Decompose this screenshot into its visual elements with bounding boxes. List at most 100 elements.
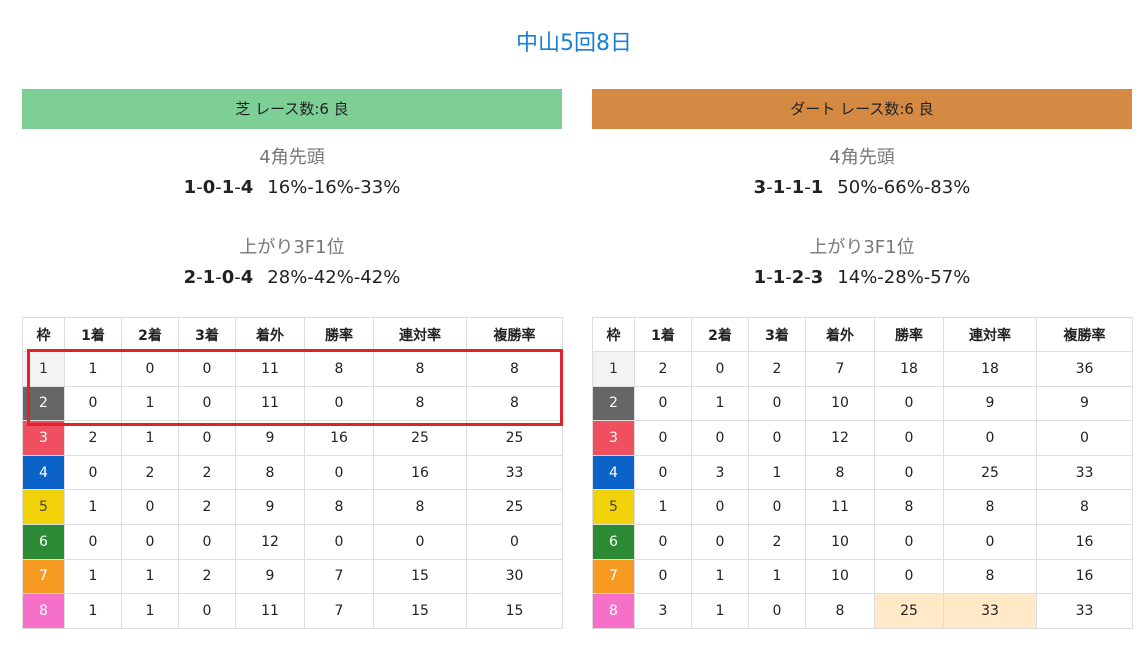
table-cell: 2 bbox=[178, 558, 236, 595]
table-cell: 2 bbox=[634, 351, 692, 387]
table-cell: 16 bbox=[1036, 523, 1133, 560]
frame-number-cell: 1 bbox=[22, 351, 65, 387]
page-title-link[interactable]: 中山5回8日 bbox=[0, 28, 1148, 60]
table-cell: 10 bbox=[805, 385, 875, 422]
table-cell: 0 bbox=[64, 523, 122, 560]
table-cell: 0 bbox=[691, 351, 749, 387]
table-cell: 9 bbox=[235, 489, 305, 525]
column-header: 1着 bbox=[64, 317, 122, 352]
table-cell: 9 bbox=[1036, 385, 1133, 422]
table-cell: 8 bbox=[304, 489, 374, 525]
table-cell: 2 bbox=[748, 351, 806, 387]
table-cell: 0 bbox=[748, 420, 806, 456]
frame-number-cell: 6 bbox=[22, 523, 65, 560]
turf-last3f-stats: 2-1-0-4 28%-42%-42% bbox=[22, 263, 562, 293]
table-cell: 8 bbox=[373, 351, 467, 387]
table-cell: 0 bbox=[121, 351, 179, 387]
table-cell: 1 bbox=[64, 558, 122, 595]
table-cell: 0 bbox=[691, 523, 749, 560]
table-cell: 36 bbox=[1036, 351, 1133, 387]
column-header: 連対率 bbox=[943, 317, 1037, 352]
table-row: 2 0 1 0 11 0 8 8 bbox=[22, 385, 563, 422]
table-cell: 0 bbox=[178, 351, 236, 387]
column-header: 着外 bbox=[805, 317, 875, 352]
table-cell: 1 bbox=[121, 558, 179, 595]
turf-frame-table: 枠 1着 2着 3着 着外 勝率 連対率 複勝率 1 1 0 0 11 8 8 8 2 0 1 0 11 0 8 8 3 2 1 0… bbox=[22, 317, 563, 629]
table-cell: 0 bbox=[178, 593, 236, 629]
column-header: 枠 bbox=[22, 317, 65, 352]
table-cell: 2 bbox=[121, 454, 179, 491]
table-cell: 1 bbox=[64, 351, 122, 387]
table-cell: 16 bbox=[373, 454, 467, 491]
table-cell: 2 bbox=[178, 489, 236, 525]
dirt-corner-lead-record: 3-1-1-1 bbox=[753, 177, 824, 198]
frame-number-cell: 4 bbox=[22, 454, 65, 491]
dirt-corner-lead-stats: 3-1-1-1 50%-66%-83% bbox=[592, 173, 1132, 203]
table-cell: 0 bbox=[874, 385, 944, 422]
table-row: 3 2 1 0 9 16 25 25 bbox=[22, 420, 563, 456]
table-cell: 0 bbox=[178, 420, 236, 456]
table-cell: 8 bbox=[373, 385, 467, 422]
table-cell: 0 bbox=[178, 385, 236, 422]
table-cell: 8 bbox=[943, 558, 1037, 595]
table-cell: 0 bbox=[373, 523, 467, 560]
table-cell: 0 bbox=[943, 420, 1037, 456]
table-cell: 18 bbox=[874, 351, 944, 387]
table-cell: 30 bbox=[466, 558, 563, 595]
table-cell: 8 bbox=[466, 385, 563, 422]
table-cell: 25 bbox=[943, 454, 1037, 491]
dirt-last3f-record: 1-1-2-3 bbox=[753, 267, 824, 288]
table-cell: 25 bbox=[874, 593, 944, 629]
table-cell: 9 bbox=[235, 420, 305, 456]
table-cell: 11 bbox=[235, 351, 305, 387]
table-cell: 1 bbox=[691, 385, 749, 422]
table-cell: 0 bbox=[874, 523, 944, 560]
table-row: 5 1 0 0 11 8 8 8 bbox=[592, 489, 1133, 525]
table-cell: 33 bbox=[1036, 454, 1133, 491]
table-cell: 12 bbox=[235, 523, 305, 560]
table-cell: 8 bbox=[466, 351, 563, 387]
table-cell: 25 bbox=[466, 420, 563, 456]
table-cell: 33 bbox=[1036, 593, 1133, 629]
table-cell: 0 bbox=[748, 593, 806, 629]
column-header: 1着 bbox=[634, 317, 692, 352]
table-cell: 0 bbox=[874, 420, 944, 456]
dirt-last3f-stats: 1-1-2-3 14%-28%-57% bbox=[592, 263, 1132, 293]
frame-number-cell: 7 bbox=[592, 558, 635, 595]
table-cell: 25 bbox=[373, 420, 467, 456]
table-cell: 1 bbox=[748, 558, 806, 595]
frame-number-cell: 2 bbox=[22, 385, 65, 422]
table-cell: 15 bbox=[466, 593, 563, 629]
frame-number-cell: 8 bbox=[22, 593, 65, 629]
table-cell: 1 bbox=[691, 558, 749, 595]
table-cell: 3 bbox=[691, 454, 749, 491]
table-row: 6 0 0 0 12 0 0 0 bbox=[22, 523, 563, 560]
table-cell: 8 bbox=[943, 489, 1037, 525]
table-row: 1 2 0 2 7 18 18 36 bbox=[592, 351, 1133, 387]
table-cell: 8 bbox=[235, 454, 305, 491]
column-header: 3着 bbox=[748, 317, 806, 352]
table-cell: 33 bbox=[943, 593, 1037, 629]
table-cell: 11 bbox=[235, 385, 305, 422]
table-cell: 0 bbox=[691, 489, 749, 525]
column-header: 3着 bbox=[178, 317, 236, 352]
column-header: 枠 bbox=[592, 317, 635, 352]
table-cell: 1 bbox=[691, 593, 749, 629]
table-cell: 0 bbox=[874, 454, 944, 491]
table-cell: 10 bbox=[805, 558, 875, 595]
table-cell: 11 bbox=[805, 489, 875, 525]
table-row: 1 1 0 0 11 8 8 8 bbox=[22, 351, 563, 387]
frame-number-cell: 6 bbox=[592, 523, 635, 560]
table-cell: 2 bbox=[748, 523, 806, 560]
table-cell: 11 bbox=[235, 593, 305, 629]
frame-number-cell: 4 bbox=[592, 454, 635, 491]
table-cell: 15 bbox=[373, 558, 467, 595]
turf-corner-lead-label: 4角先頭 bbox=[259, 147, 325, 168]
table-header-row: 枠 1着 2着 3着 着外 勝率 連対率 複勝率 bbox=[22, 317, 563, 352]
table-cell: 0 bbox=[178, 523, 236, 560]
table-row: 7 0 1 1 10 0 8 16 bbox=[592, 558, 1133, 595]
table-cell: 25 bbox=[466, 489, 563, 525]
table-row: 2 0 1 0 10 0 9 9 bbox=[592, 385, 1133, 422]
dirt-header: ダート レース数:6 良 bbox=[592, 89, 1132, 129]
table-row: 3 0 0 0 12 0 0 0 bbox=[592, 420, 1133, 456]
